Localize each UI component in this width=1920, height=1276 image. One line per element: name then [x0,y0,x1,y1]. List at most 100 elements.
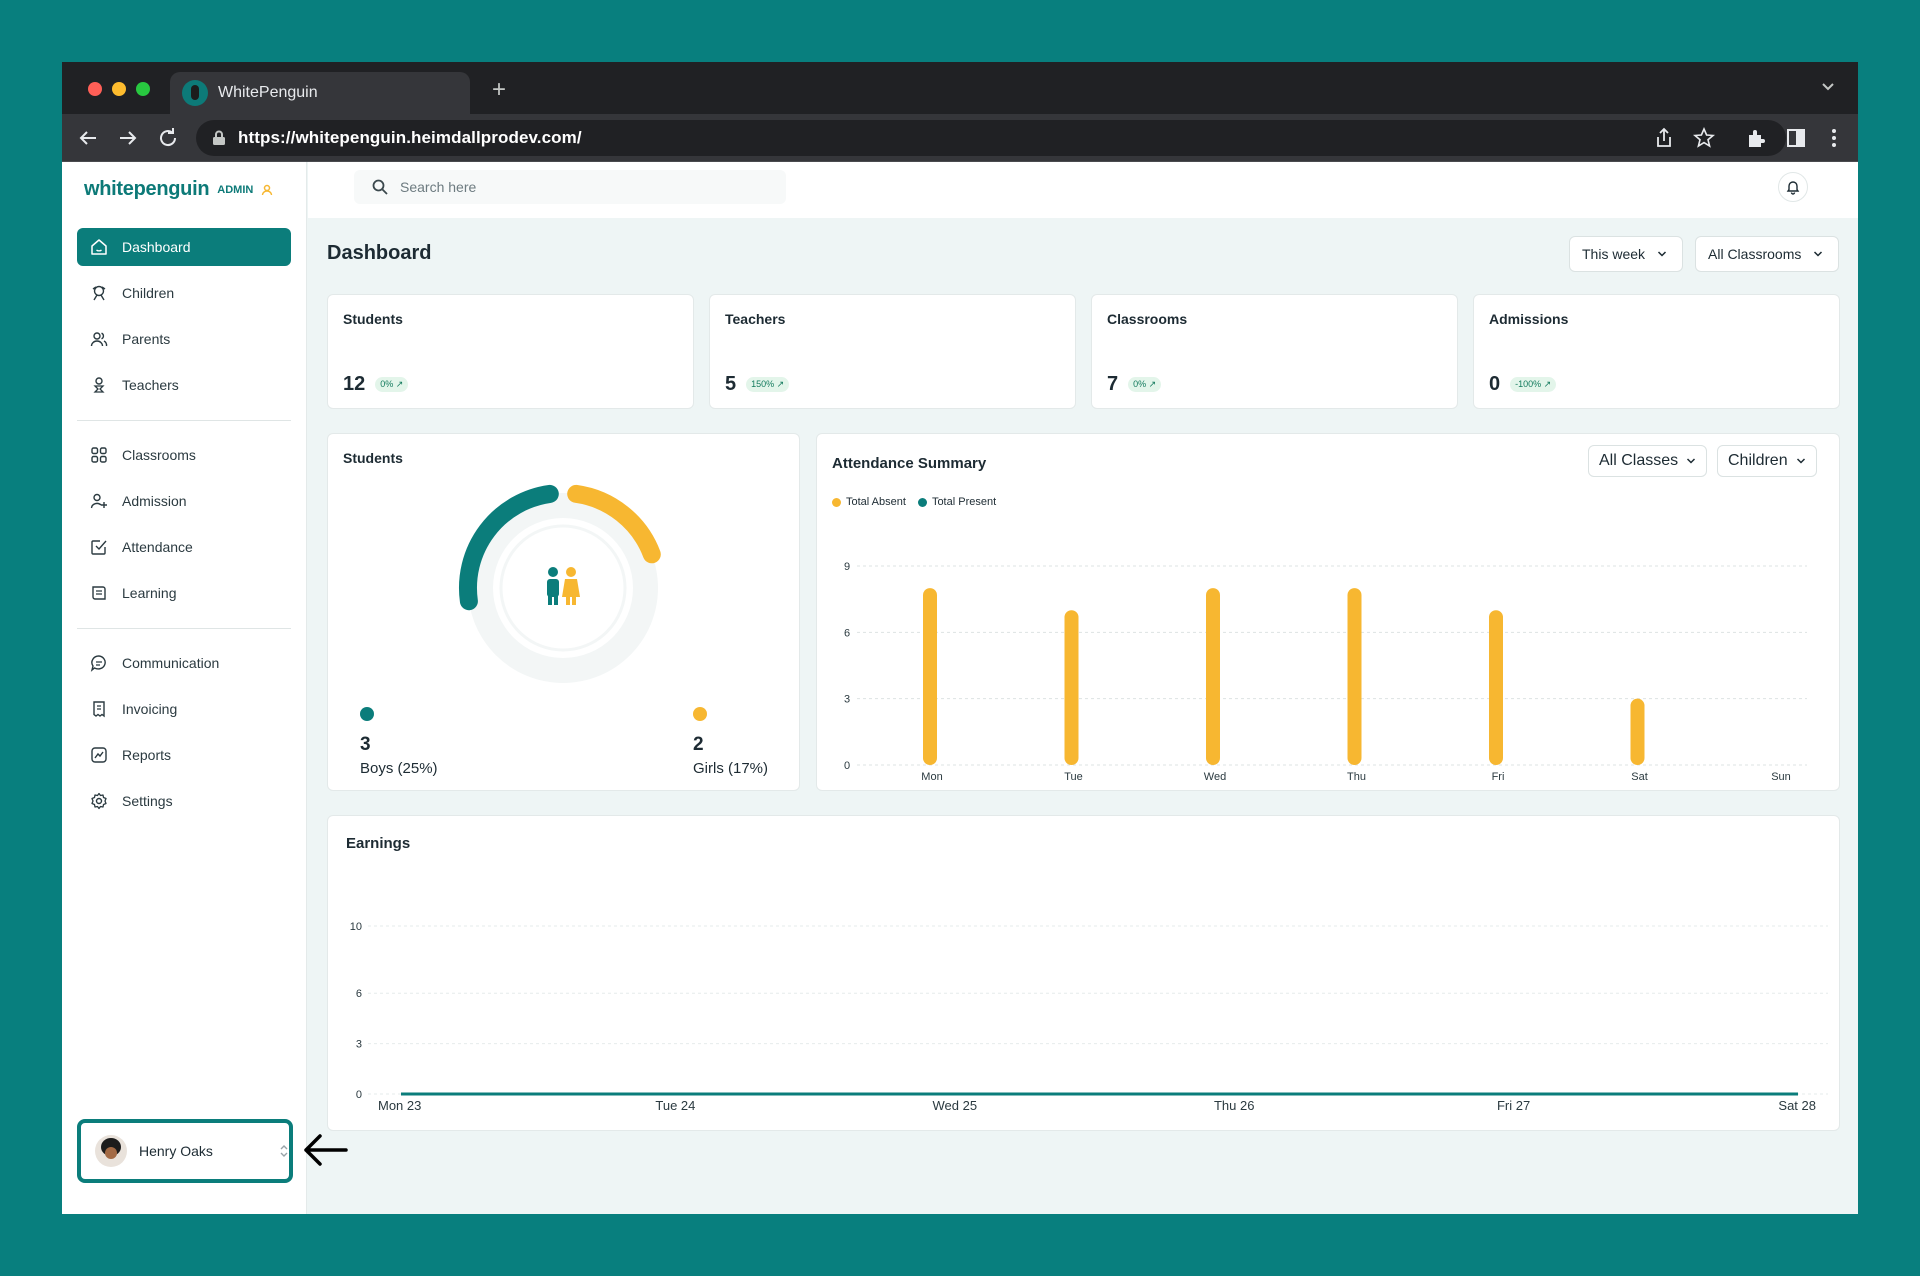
x-tick-label: Wed [1204,771,1226,783]
sidebar-item-children[interactable]: Children [77,274,291,312]
stat-label: Teachers [725,311,786,327]
stat-change-badge: -100% ↗ [1510,377,1557,392]
stat-card-admissions[interactable]: Admissions 0 -100% ↗ [1473,294,1840,409]
search-input[interactable]: Search here [354,170,786,204]
forward-icon[interactable] [116,126,140,150]
type-filter-dropdown[interactable]: Children [1717,445,1817,477]
bar-absent-sat[interactable] [1630,698,1645,765]
bar-absent-wed[interactable] [1206,588,1220,765]
class-filter-dropdown[interactable]: All Classes [1588,445,1708,477]
class-filter-value: All Classes [1599,452,1679,469]
side-panel-icon[interactable] [1784,126,1808,150]
sidebar-item-label: Teachers [122,377,179,393]
boys-legend: 3 Boys (25%) [360,734,438,777]
bar-absent-mon[interactable] [923,588,937,765]
sidebar-item-learning[interactable]: Learning [77,574,291,612]
stat-card-classrooms[interactable]: Classrooms 7 0% ↗ [1091,294,1458,409]
type-filter-value: Children [1728,452,1788,469]
user-plus-icon [90,493,107,509]
brand-logo[interactable]: whitepenguin ADMIN [84,178,273,201]
close-window-button[interactable] [88,82,102,96]
boys-label: Boys (25%) [360,760,438,777]
stat-label: Students [343,311,403,327]
attendance-legend: Total Absent Total Present [832,496,996,508]
donut-inner-track [493,518,633,658]
classroom-dropdown[interactable]: All Classrooms [1695,236,1839,272]
bookmark-star-icon[interactable] [1692,126,1716,150]
card-title: Earnings [346,835,411,852]
app-root: whitepenguin ADMIN Dashboard Children Pa… [62,162,1858,1214]
stat-label: Admissions [1489,311,1569,327]
admin-user-icon [262,184,273,195]
x-tick-label: Sun [1771,771,1791,783]
minimize-window-button[interactable] [112,82,126,96]
sidebar-item-teachers[interactable]: Teachers [77,366,291,404]
lock-icon [213,130,225,145]
x-tick-label: Tue [1064,771,1083,783]
sidebar-item-label: Admission [122,493,187,509]
search-icon [372,179,388,195]
x-tick-label: Mon [921,771,942,783]
x-tick-label: Fri [1492,771,1505,783]
bar-absent-tue[interactable] [1064,610,1079,765]
bar-absent-thu[interactable] [1347,588,1362,765]
sidebar-item-parents[interactable]: Parents [77,320,291,358]
new-tab-icon[interactable]: + [492,76,506,104]
sidebar-item-invoicing[interactable]: Invoicing [77,690,291,728]
y-tick-label: 10 [350,921,362,933]
sidebar-item-reports[interactable]: Reports [77,736,291,774]
attendance-bar-chart: 0 3 6 9 Mon Tue Wed Thu Fri Sat Sun [844,561,1807,783]
notifications-button[interactable] [1778,172,1808,202]
tab-title: WhitePenguin [218,84,318,101]
period-dropdown[interactable]: This week [1569,236,1683,272]
boys-legend-dot [360,707,374,721]
pointer-arrow-icon [304,1134,348,1166]
user-switcher[interactable]: Henry Oaks [77,1119,293,1183]
page-title: Dashboard [327,242,432,264]
stat-value: 5 150% ↗ [725,373,790,396]
sidebar-item-attendance[interactable]: Attendance [77,528,291,566]
x-tick-label: Thu [1347,771,1366,783]
x-tick-label: Fri 27 [1497,1098,1530,1113]
card-title: Students [343,450,403,466]
y-tick-label: 0 [356,1089,362,1101]
back-icon[interactable] [76,126,100,150]
address-bar[interactable]: https://whitepenguin.heimdallprodev.com/ [196,120,1786,156]
sidebar-item-admission[interactable]: Admission [77,482,291,520]
earnings-card: Earnings 0 3 6 10 Mon 23 Tue 24 Wed 25 Thu 26 Fr… [327,815,1840,1131]
y-tick-label: 6 [844,627,850,639]
x-tick-label: Sat [1631,771,1648,783]
url-text: https://whitepenguin.heimdallprodev.com/ [238,128,582,147]
legend-item-absent: Total Absent [832,496,906,508]
stat-value: 12 0% ↗ [343,373,409,396]
chevron-down-icon[interactable] [1820,78,1836,94]
book-icon [92,586,106,600]
gender-donut-chart [459,484,661,683]
stat-change-badge: 0% ↗ [1128,377,1162,392]
avatar [95,1135,127,1167]
chevron-down-icon [1658,251,1667,257]
extensions-icon[interactable] [1744,126,1768,150]
brand-name: whitepenguin [84,178,210,200]
more-menu-icon[interactable] [1822,126,1846,150]
sidebar-item-classrooms[interactable]: Classrooms [77,436,291,474]
reload-icon[interactable] [156,126,180,150]
check-square-icon [91,540,107,555]
sidebar-item-communication[interactable]: Communication [77,644,291,682]
browser-tab[interactable]: WhitePenguin [170,72,470,114]
sidebar-item-dashboard[interactable]: Dashboard [77,228,291,266]
share-icon[interactable] [1652,126,1676,150]
stat-card-students[interactable]: Students 12 0% ↗ [327,294,694,409]
users-icon [90,332,108,347]
legend-item-present: Total Present [917,496,996,508]
bar-absent-fri[interactable] [1489,610,1503,765]
stat-label: Classrooms [1107,311,1188,327]
search-placeholder: Search here [400,179,477,195]
stat-value: 0 -100% ↗ [1489,373,1557,396]
y-tick-label: 0 [844,760,850,772]
maximize-window-button[interactable] [136,82,150,96]
stat-card-teachers[interactable]: Teachers 5 150% ↗ [709,294,1076,409]
sidebar-item-label: Classrooms [122,447,196,463]
chevron-down-icon [1796,458,1805,464]
sidebar-item-settings[interactable]: Settings [77,782,291,820]
